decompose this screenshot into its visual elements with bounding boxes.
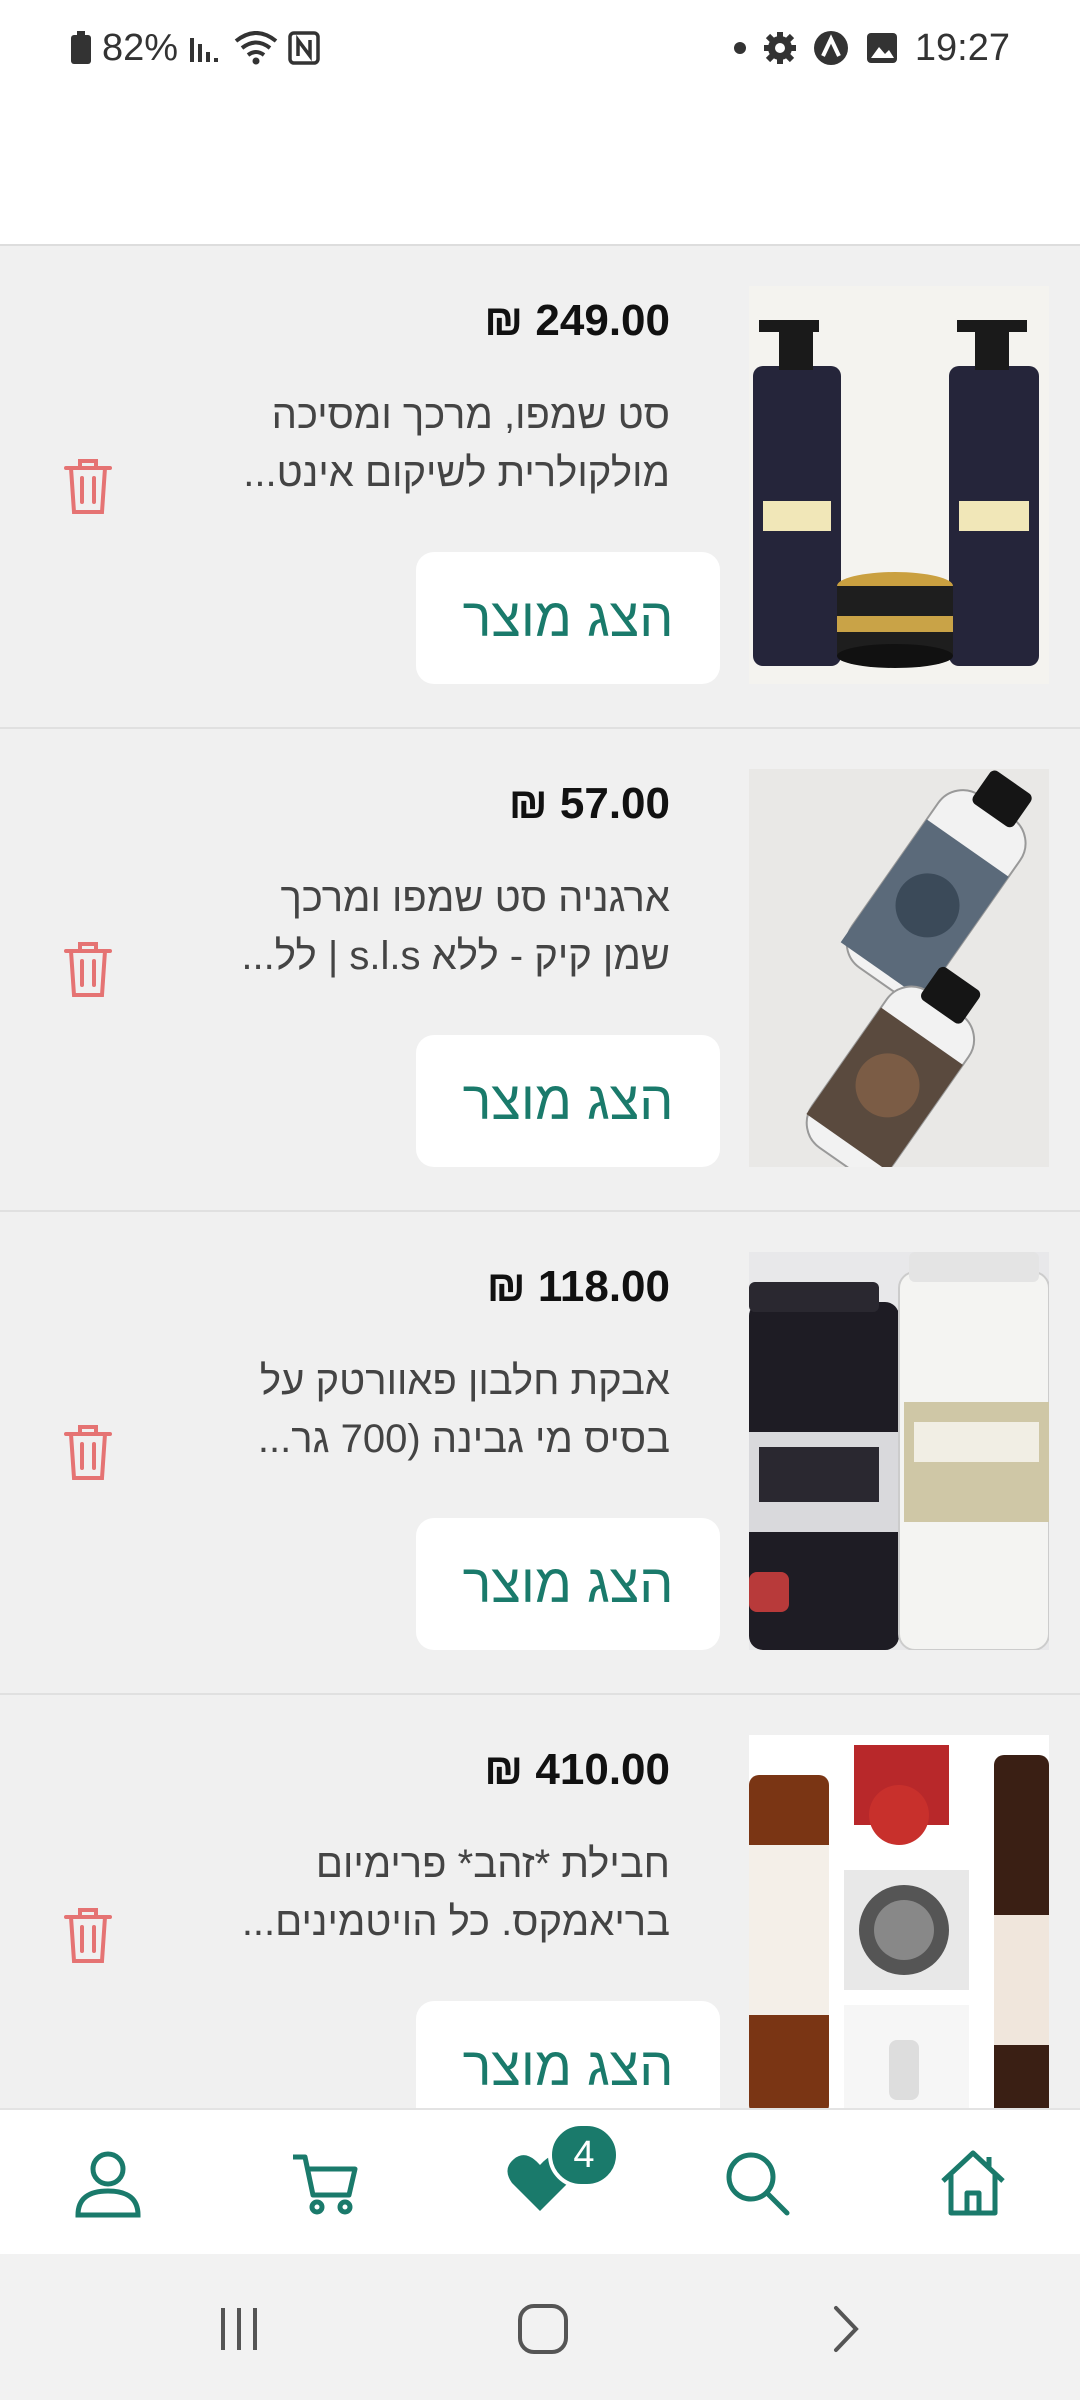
product-price: 249.00 ₪ <box>484 296 670 345</box>
list-item: 410.00 ₪ חבילת *זהב* פרימיום בריאמקס. כל… <box>0 1695 1080 2108</box>
product-price: 57.00 ₪ <box>508 779 670 828</box>
dot-icon <box>733 41 747 55</box>
product-title-line: ארגניה סט שמפו ומרכך <box>280 876 670 920</box>
view-product-button[interactable]: הצג מוצר <box>416 2001 720 2108</box>
product-image[interactable] <box>749 1252 1049 1650</box>
product-title-line: שמן קיק - ללא s.l.s | לל... <box>241 934 670 978</box>
clock: 19:27 <box>914 26 1010 69</box>
product-title-line: בריאמקס. כל הויטמינים... <box>241 1900 670 1944</box>
product-title[interactable]: סט שמפו, מרכך ומסיכה מולקולרית לשיקום אי… <box>150 386 670 502</box>
cart-icon[interactable] <box>280 2138 370 2228</box>
product-title-line: אבקת חלבון פאוורטק על <box>259 1359 670 1403</box>
wishlist-count-badge: 4 <box>548 2122 620 2188</box>
status-right: 19:27 <box>733 22 1010 74</box>
app-header <box>0 96 1080 246</box>
trash-icon[interactable] <box>62 456 114 516</box>
trash-icon[interactable] <box>62 939 114 999</box>
back-chevron-icon[interactable] <box>806 2294 886 2364</box>
bottom-navigation <box>0 2108 1080 2254</box>
profile-icon[interactable] <box>63 2138 153 2228</box>
recent-apps-icon[interactable] <box>200 2294 280 2364</box>
product-title[interactable]: אבקת חלבון פאוורטק על בסיס מי גבינה (700… <box>150 1352 670 1468</box>
trash-icon[interactable] <box>62 1905 114 1965</box>
system-navigation-bar <box>0 2254 1080 2400</box>
product-title[interactable]: חבילת *זהב* פרימיום בריאמקס. כל הויטמיני… <box>150 1835 670 1951</box>
home-icon[interactable] <box>928 2138 1018 2228</box>
nfc-icon <box>288 31 320 65</box>
product-title[interactable]: ארגניה סט שמפו ומרכך שמן קיק - ללא s.l.s… <box>150 869 670 985</box>
view-product-button[interactable]: הצג מוצר <box>416 1035 720 1167</box>
signal-icon <box>188 32 224 64</box>
app-notification-icon <box>813 30 849 66</box>
product-title-line: חבילת *זהב* פרימיום <box>315 1842 670 1886</box>
settings-icon <box>763 31 797 65</box>
product-title-line: בסיס מי גבינה (700 גר... <box>257 1417 670 1461</box>
wifi-icon <box>234 31 278 65</box>
list-item: 249.00 ₪ סט שמפו, מרכך ומסיכה מולקולרית … <box>0 246 1080 729</box>
list-item: 57.00 ₪ ארגניה סט שמפו ומרכך שמן קיק - ל… <box>0 729 1080 1212</box>
product-title-line: סט שמפו, מרכך ומסיכה <box>271 393 670 437</box>
product-image[interactable] <box>749 769 1049 1167</box>
battery-percent: 82% <box>102 26 179 69</box>
home-system-icon[interactable] <box>503 2294 583 2364</box>
product-price: 410.00 ₪ <box>484 1745 670 1794</box>
list-item: 118.00 ₪ אבקת חלבון פאוורטק על בסיס מי ג… <box>0 1212 1080 1695</box>
status-left: 82% <box>70 22 320 74</box>
product-image[interactable] <box>749 1735 1049 2108</box>
product-title-line: מולקולרית לשיקום אינט... <box>243 451 670 495</box>
gallery-icon <box>865 31 899 65</box>
wishlist-product-list: 249.00 ₪ סט שמפו, מרכך ומסיכה מולקולרית … <box>0 246 1080 2108</box>
battery-icon <box>70 31 92 65</box>
trash-icon[interactable] <box>62 1422 114 1482</box>
product-price: 118.00 ₪ <box>486 1262 670 1311</box>
search-icon[interactable] <box>712 2138 802 2228</box>
status-bar: 82% 19:27 <box>0 0 1080 96</box>
view-product-button[interactable]: הצג מוצר <box>416 552 720 684</box>
view-product-button[interactable]: הצג מוצר <box>416 1518 720 1650</box>
product-image[interactable] <box>749 286 1049 684</box>
